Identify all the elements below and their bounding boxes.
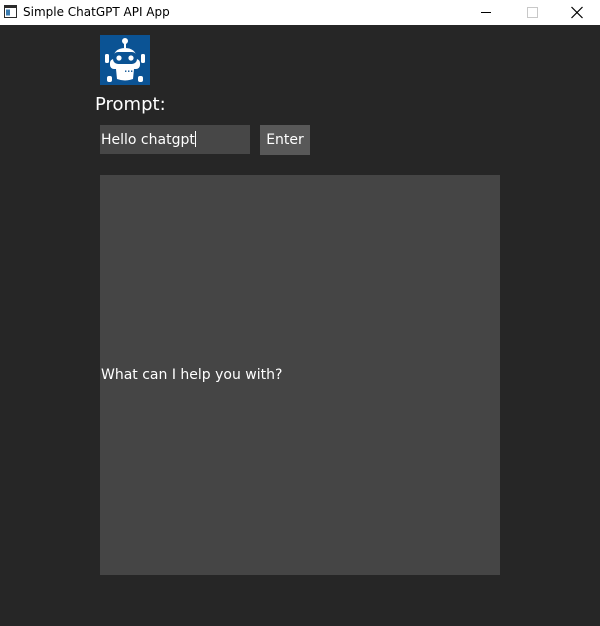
prompt-input-value: Hello chatgpt bbox=[101, 131, 196, 148]
title-bar[interactable]: Simple ChatGPT API App bbox=[0, 0, 600, 25]
enter-button[interactable]: Enter bbox=[260, 125, 310, 155]
response-text: What can I help you with? bbox=[101, 367, 283, 383]
app-window-icon bbox=[4, 5, 17, 18]
close-icon bbox=[571, 6, 583, 19]
window-title: Simple ChatGPT API App bbox=[23, 5, 170, 19]
minimize-button[interactable] bbox=[463, 0, 509, 25]
prompt-label: Prompt: bbox=[95, 94, 166, 115]
maximize-button[interactable] bbox=[509, 0, 555, 25]
prompt-input[interactable]: Hello chatgpt bbox=[100, 125, 250, 154]
app-window: Simple ChatGPT API App Prompt: Hello cha… bbox=[0, 0, 600, 626]
response-area[interactable]: What can I help you with? bbox=[100, 175, 500, 575]
text-caret bbox=[194, 131, 196, 147]
close-button[interactable] bbox=[554, 0, 600, 25]
robot-icon bbox=[100, 35, 150, 85]
maximize-icon bbox=[527, 7, 538, 18]
minimize-icon bbox=[481, 12, 491, 13]
